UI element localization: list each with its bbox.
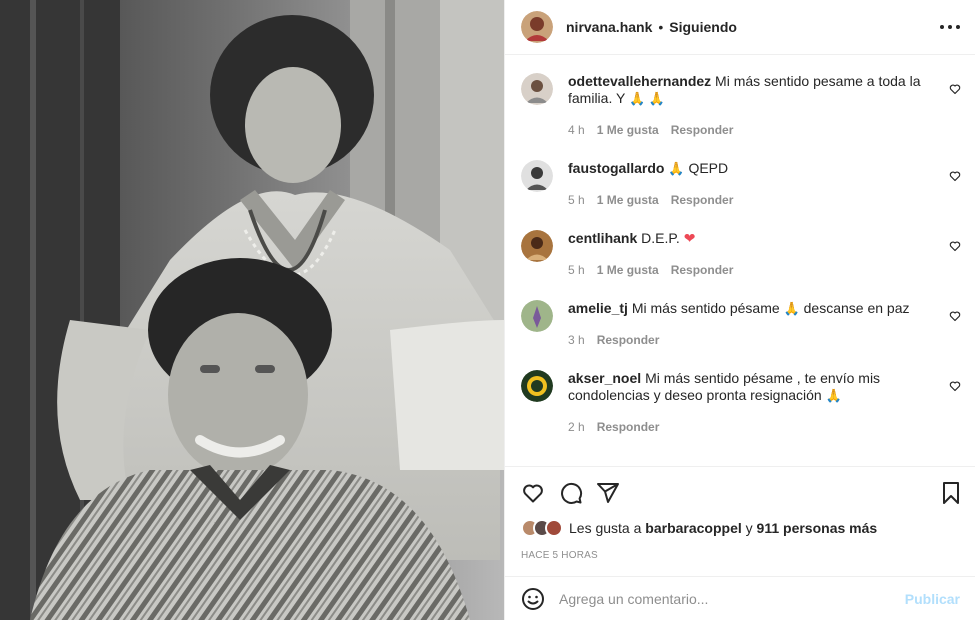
post-header: nirvana.hank • Siguiendo	[505, 0, 975, 55]
comment-heart-icon[interactable]	[949, 310, 961, 322]
post-detail-panel: nirvana.hank • Siguiendo odettevallehern…	[504, 0, 975, 620]
comment-likes[interactable]: 1 Me gusta	[597, 193, 659, 207]
commenter-avatar[interactable]	[521, 160, 553, 192]
comment-time[interactable]: 5 h	[568, 263, 585, 277]
comment-meta: 2 h Responder	[568, 420, 659, 434]
comment-heart-icon[interactable]	[949, 83, 961, 95]
comment-body: centlihank D.E.P. ❤	[568, 230, 938, 247]
reply-button[interactable]: Responder	[597, 420, 660, 434]
comment-body: odettevallehernandez Mi más sentido pesa…	[568, 73, 938, 107]
comment-text-after: descanse en paz	[803, 300, 910, 316]
comment-emoji: 🙏 🙏	[628, 91, 665, 106]
comment-input[interactable]	[559, 590, 889, 607]
author-username[interactable]: nirvana.hank	[566, 19, 652, 35]
comment-username[interactable]: akser_noel	[568, 370, 641, 386]
comment-emoji: 🙏	[668, 161, 685, 176]
photo-image	[0, 0, 504, 620]
reply-button[interactable]: Responder	[671, 193, 734, 207]
comment-username[interactable]: centlihank	[568, 230, 637, 246]
comment-body: amelie_tj Mi más sentido pésame 🙏 descan…	[568, 300, 938, 317]
likes-others[interactable]: 911 personas más	[757, 520, 878, 536]
comment-emoji: 🙏	[783, 301, 800, 316]
likes-user[interactable]: barbaracoppel	[645, 520, 741, 536]
reply-button[interactable]: Responder	[671, 263, 734, 277]
comment-time[interactable]: 3 h	[568, 333, 585, 347]
more-options-icon[interactable]	[940, 17, 960, 37]
comment-body: faustogallardo 🙏 QEPD	[568, 160, 938, 177]
comment-time[interactable]: 2 h	[568, 420, 585, 434]
heart-icon[interactable]	[521, 481, 545, 505]
comment-meta: 3 h Responder	[568, 333, 659, 347]
comment-meta: 5 h 1 Me gusta Responder	[568, 193, 733, 207]
likes-summary[interactable]: Les gusta a barbaracoppel y 911 personas…	[521, 519, 877, 537]
red-heart-emoji: ❤	[683, 230, 696, 246]
bookmark-icon[interactable]	[939, 481, 963, 505]
emoji-icon[interactable]	[521, 587, 545, 611]
post-photo	[0, 0, 504, 620]
commenter-avatar[interactable]	[521, 300, 553, 332]
commenter-avatar[interactable]	[521, 230, 553, 262]
liker-avatar	[545, 519, 563, 537]
post-comment-button[interactable]: Publicar	[905, 591, 960, 607]
comment-time[interactable]: 5 h	[568, 193, 585, 207]
likes-prefix: Les gusta a	[569, 520, 642, 536]
likes-conj: y	[745, 520, 753, 536]
comment-body: akser_noel Mi más sentido pésame , te en…	[568, 370, 938, 404]
comment-emoji: 🙏	[825, 388, 842, 403]
post-actions: Les gusta a barbaracoppel y 911 personas…	[505, 466, 975, 576]
add-comment-bar: Publicar	[505, 576, 975, 620]
reply-button[interactable]: Responder	[597, 333, 660, 347]
comment-likes[interactable]: 1 Me gusta	[597, 263, 659, 277]
author-avatar[interactable]	[521, 11, 553, 43]
comment-username[interactable]: amelie_tj	[568, 300, 628, 316]
comment-username[interactable]: odettevallehernandez	[568, 73, 711, 89]
comment-text: Mi más sentido pésame	[631, 300, 780, 316]
commenter-avatar[interactable]	[521, 370, 553, 402]
comment-meta: 4 h 1 Me gusta Responder	[568, 123, 733, 137]
follow-status-button[interactable]: Siguiendo	[669, 19, 737, 35]
comment-meta: 5 h 1 Me gusta Responder	[568, 263, 733, 277]
reply-button[interactable]: Responder	[671, 123, 734, 137]
comment-likes[interactable]: 1 Me gusta	[597, 123, 659, 137]
separator-dot: •	[658, 19, 664, 35]
likes-text: Les gusta a barbaracoppel y 911 personas…	[569, 520, 877, 536]
comment-heart-icon[interactable]	[949, 380, 961, 392]
comment-text: D.E.P.	[641, 230, 680, 246]
comment-time[interactable]: 4 h	[568, 123, 585, 137]
comment-text: QEPD	[688, 160, 729, 176]
comment-username[interactable]: faustogallardo	[568, 160, 664, 176]
comment-icon[interactable]	[559, 481, 583, 505]
comment-heart-icon[interactable]	[949, 240, 961, 252]
commenter-avatar[interactable]	[521, 73, 553, 105]
comment-heart-icon[interactable]	[949, 170, 961, 182]
share-icon[interactable]	[596, 481, 620, 505]
comments-list[interactable]: odettevallehernandez Mi más sentido pesa…	[505, 56, 975, 464]
post-timestamp[interactable]: HACE 5 HORAS	[521, 550, 598, 561]
